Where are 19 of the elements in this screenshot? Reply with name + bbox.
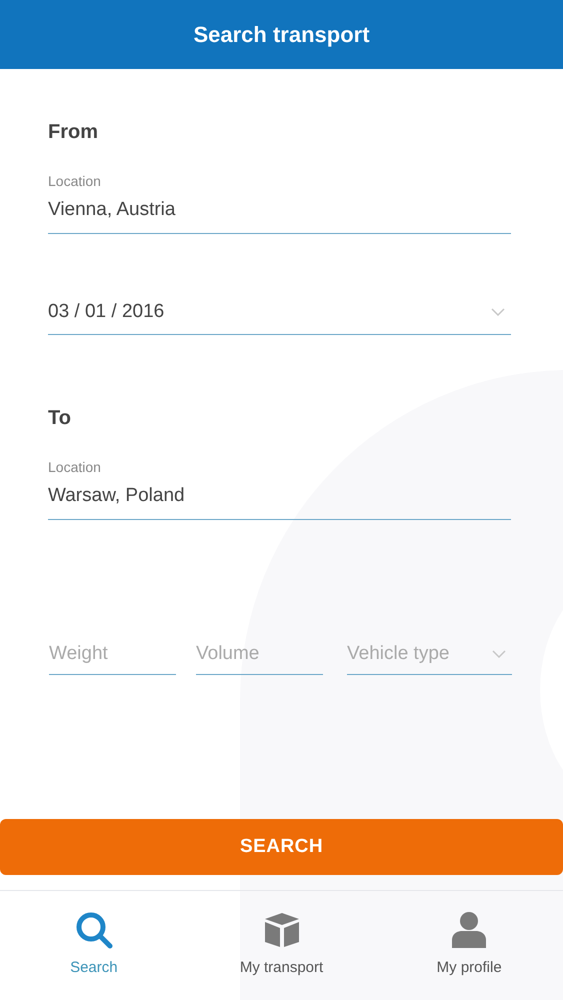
tab[interactable]: My profile (375, 891, 563, 1000)
input-field[interactable]: Volume (196, 640, 323, 675)
chevron-down-icon (492, 650, 506, 658)
field-label: Location (48, 172, 102, 191)
person-icon (451, 911, 488, 949)
field-value: Warsaw, Poland (48, 484, 186, 508)
location-field[interactable]: Location Vienna, Austria (48, 171, 511, 234)
location-field[interactable]: Location Warsaw, Poland (48, 457, 511, 520)
section-heading: From (48, 120, 99, 145)
box-icon (262, 911, 300, 949)
tab[interactable]: My transport (188, 891, 376, 1000)
field-value: Vienna, Austria (48, 198, 176, 222)
date-dropdown[interactable]: 03 / 01 / 2016 (48, 298, 511, 335)
field-label: Location (48, 458, 102, 477)
input-field[interactable]: Weight (49, 640, 176, 675)
chevron-down-icon (491, 308, 505, 316)
section-heading: To (48, 406, 72, 431)
search-icon (74, 911, 113, 949)
screen-title: Search transport (193, 21, 370, 49)
